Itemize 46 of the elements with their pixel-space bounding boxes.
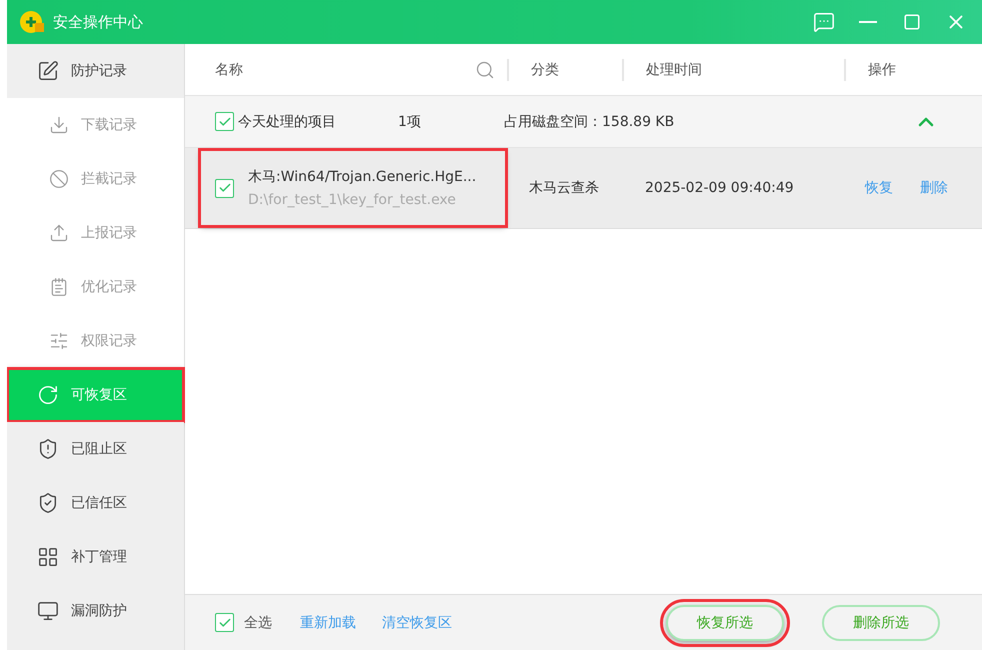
checkbox[interactable] [215, 613, 234, 632]
maximize-icon [903, 13, 921, 31]
disk-usage: 占用磁盘空间：158.89 KB [504, 112, 674, 130]
sidebar-subitem[interactable]: 优化记录 [7, 260, 184, 314]
sidebar-icon [37, 546, 59, 568]
sidebar-subitem[interactable]: 权限记录 [7, 314, 184, 368]
minimize-icon [859, 21, 877, 23]
sidebar-icon [37, 60, 59, 82]
category-text: 木马云查杀 [529, 179, 600, 197]
action-link[interactable]: 恢复 [865, 179, 893, 197]
threat-name: 木马:Win64/Trojan.Generic.HgE... [248, 168, 476, 186]
sidebar-item[interactable]: 可恢复区 [7, 368, 184, 422]
sidebar-icon [37, 600, 59, 622]
sidebar-subitem[interactable]: 拦截记录 [7, 152, 184, 206]
select-all-label[interactable]: 全选 [244, 614, 272, 632]
footer-link[interactable]: 清空恢复区 [382, 614, 452, 632]
sidebar-icon [37, 384, 59, 406]
sidebar-icon [49, 169, 69, 189]
column-header: 分类 [531, 60, 559, 78]
sidebar-icon [37, 492, 59, 514]
sidebar-subitem[interactable]: 上报记录 [7, 206, 184, 260]
check-icon [218, 616, 232, 630]
window-title: 安全操作中心 [53, 12, 144, 32]
message-icon [813, 11, 835, 33]
check-icon [218, 114, 232, 128]
sidebar-icon [49, 115, 69, 135]
group-label: 今天处理的项目 [238, 112, 337, 130]
sidebar-subitem[interactable]: 下载记录 [7, 98, 184, 152]
item-count: 1项 [398, 112, 422, 130]
footer-link[interactable]: 重新加载 [300, 614, 356, 632]
action-button[interactable]: 删除所选 [822, 604, 940, 640]
sidebar-icon [37, 438, 59, 460]
sidebar-icon [49, 223, 69, 243]
checkbox[interactable] [215, 178, 234, 198]
file-path: D:\for_test_1\key_for_test.exe [248, 192, 457, 208]
sidebar-icon [49, 277, 69, 297]
sidebar-icon [49, 331, 69, 351]
column-header: 处理时间 [646, 60, 702, 78]
action-link[interactable]: 删除 [920, 179, 948, 197]
checkbox[interactable] [215, 112, 234, 131]
column-header: 名称 [215, 60, 243, 78]
app-logo-icon [19, 10, 45, 34]
time-text: 2025-02-09 09:40:49 [645, 180, 795, 196]
search-icon[interactable] [475, 60, 495, 80]
column-header: 操作 [868, 60, 896, 78]
table-row[interactable]: 木马:Win64/Trojan.Generic.HgE... D:\for_test_1\key_for_test.exe 木马云查杀 2025-02-09 09:40:49 恢复 删除 [185, 148, 982, 229]
